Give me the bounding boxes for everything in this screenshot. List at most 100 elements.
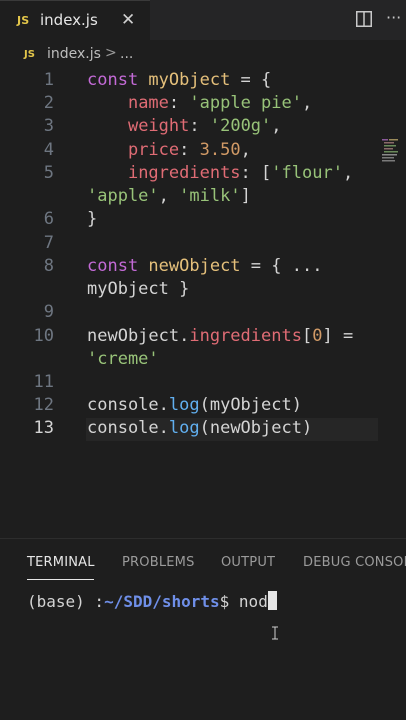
close-icon[interactable]: ✕ [121, 10, 135, 30]
identifier: console. [87, 395, 169, 415]
conda-env: (base) [27, 592, 85, 611]
line-number: 1 [43, 70, 54, 90]
prompt-separator: : [84, 592, 105, 611]
punctuation: ] [240, 186, 251, 206]
keyword: const [87, 256, 139, 276]
code-line: newObject.ingredients[0] = [87, 326, 353, 346]
keyword: const [87, 70, 139, 90]
punctuation: : [168, 93, 190, 113]
function-name: log [168, 395, 200, 415]
punctuation: [ [261, 163, 272, 183]
terminal-input[interactable]: nod [239, 592, 268, 611]
property: ingredients [189, 326, 302, 346]
punctuation: = [332, 326, 354, 346]
line-number: 8 [43, 256, 54, 276]
tab-terminal[interactable]: TERMINAL [27, 555, 95, 570]
code-line: name: 'apple pie', [87, 93, 312, 113]
terminal-cwd: ~/SDD/shorts [104, 592, 220, 611]
property: name [127, 93, 169, 113]
punctuation: : [189, 116, 210, 136]
code-line: const myObject = { [87, 70, 271, 90]
terminal-cursor [267, 591, 277, 610]
vscode-window: JS index.js ✕ ··· JS index.js > ... 1 2 … [0, 0, 406, 720]
breadcrumb: JS index.js > ... [0, 40, 406, 70]
minimap[interactable] [381, 138, 403, 162]
punctuation: , [301, 93, 313, 113]
arguments: (newObject) [199, 418, 313, 438]
property: weight [127, 116, 190, 136]
code-line-wrapped: myObject } [87, 279, 189, 299]
punctuation: : [240, 163, 262, 183]
punctuation: } [87, 209, 98, 229]
line-number: 4 [43, 140, 54, 160]
string-literal: '200g' [209, 116, 272, 136]
tab-index-js[interactable]: JS index.js ✕ [0, 0, 150, 40]
javascript-file-icon: JS [24, 49, 35, 60]
split-editor-icon[interactable] [356, 11, 372, 27]
line-number: 6 [43, 209, 54, 229]
punctuation: , [240, 140, 251, 160]
code-line: weight: '200g', [87, 116, 282, 136]
line-number: 3 [43, 116, 54, 136]
line-number: 10 [33, 326, 54, 346]
code-editor[interactable]: 1 2 3 4 5 6 7 8 9 10 11 12 13 const myOb… [0, 70, 406, 538]
property: ingredients [127, 163, 241, 183]
punctuation: , [271, 116, 282, 136]
line-number: 7 [43, 233, 54, 253]
tab-debug-console[interactable]: DEBUG CONSOLE [303, 555, 406, 570]
punctuation: = { ... [240, 256, 323, 276]
code-line-wrapped: 'apple', 'milk'] [87, 186, 251, 206]
string-literal: 'apple pie' [189, 93, 302, 113]
code-line-wrapped: 'creme' [87, 349, 159, 369]
breadcrumb-file[interactable]: index.js [47, 46, 101, 62]
line-number-active: 13 [33, 418, 54, 438]
punctuation: : [179, 140, 200, 160]
code-line-active: console.log(newObject) [87, 418, 312, 438]
punctuation: , [158, 186, 180, 206]
line-number: 11 [33, 372, 54, 392]
property: price [127, 140, 180, 160]
arguments: (myObject) [199, 395, 302, 415]
string-literal: 'apple' [87, 186, 159, 206]
more-actions-icon[interactable]: ··· [386, 8, 401, 27]
identifier: console. [87, 418, 169, 438]
code-line: console.log(myObject) [87, 395, 302, 415]
number-literal: 3.50 [199, 140, 241, 160]
code-line: ingredients: ['flour', [87, 163, 353, 183]
tab-title: index.js [40, 11, 98, 29]
text-cursor-icon [272, 626, 278, 640]
tab-problems[interactable]: PROBLEMS [122, 555, 195, 570]
javascript-file-icon: JS [17, 14, 30, 27]
punctuation: , [342, 163, 354, 183]
punctuation: [ [301, 326, 313, 346]
chevron-right-icon: > [105, 45, 117, 61]
editor-tab-bar: JS index.js ✕ ··· [0, 0, 406, 40]
string-literal: 'creme' [87, 349, 159, 369]
number-literal: 0 [312, 326, 323, 346]
punctuation: ] [322, 326, 333, 346]
code-line: } [87, 209, 97, 229]
active-tab-indicator [27, 579, 94, 580]
line-number: 5 [43, 163, 54, 183]
breadcrumb-symbols[interactable]: ... [120, 46, 133, 62]
identifier: newObject. [87, 326, 190, 346]
line-number: 9 [43, 302, 54, 322]
punctuation: = { [230, 70, 272, 90]
identifier: newObject [138, 256, 241, 276]
terminal-prompt-line[interactable]: (base) :~/SDD/shorts$ nod [27, 591, 277, 611]
identifier: myObject } [87, 279, 190, 299]
line-number: 2 [43, 93, 54, 113]
bottom-panel: TERMINAL PROBLEMS OUTPUT DEBUG CONSOLE (… [0, 538, 406, 720]
prompt-symbol: $ [219, 592, 239, 611]
string-literal: 'flour' [271, 163, 343, 183]
function-name: log [168, 418, 200, 438]
line-number: 12 [33, 395, 54, 415]
code-line: const newObject = { ... [87, 256, 322, 276]
tab-output[interactable]: OUTPUT [221, 555, 275, 570]
string-literal: 'milk' [179, 186, 241, 206]
code-line: price: 3.50, [87, 140, 251, 160]
